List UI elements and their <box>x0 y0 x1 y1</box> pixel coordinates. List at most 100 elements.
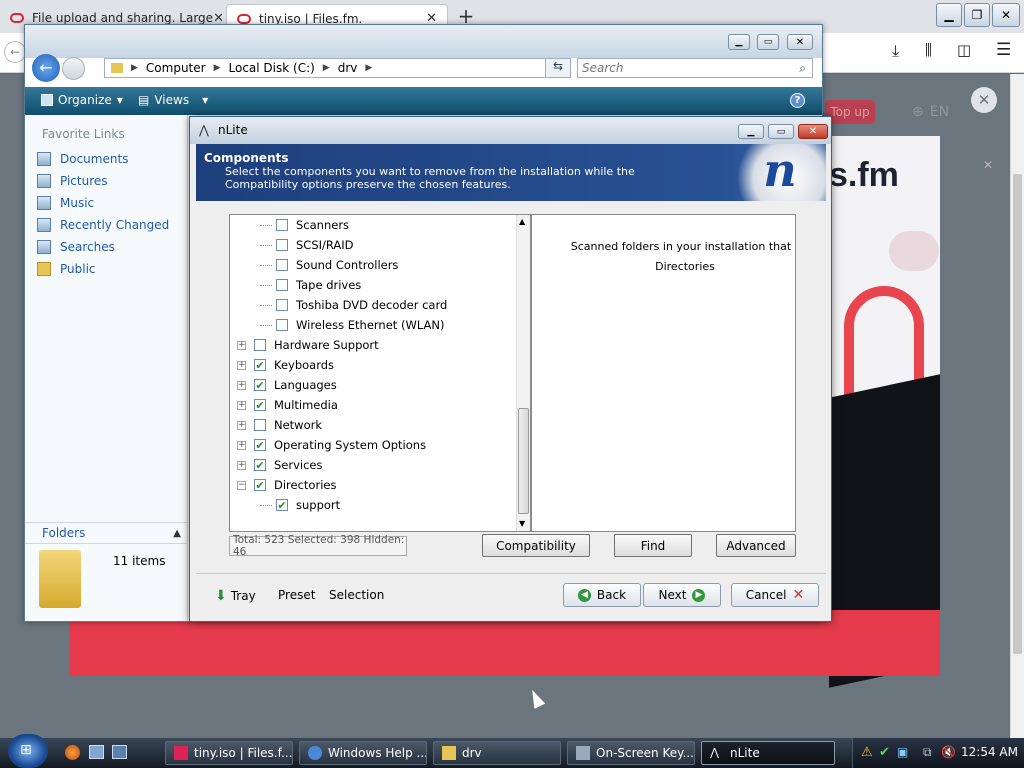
find-button[interactable]: Find <box>614 534 692 557</box>
cancel-button[interactable]: Cancel ✕ <box>731 583 819 607</box>
page-scrollbar[interactable] <box>1010 74 1024 738</box>
nav-link-public[interactable]: Public <box>25 258 187 280</box>
restore-icon[interactable]: ❐ <box>964 3 990 27</box>
browser-back-icon[interactable]: ← <box>4 41 26 63</box>
tree-checkbox[interactable]: ✔ <box>254 359 266 371</box>
nlite-close-icon[interactable]: ✕ <box>798 124 828 139</box>
breadcrumb-local-disk[interactable]: Local Disk (C:) <box>229 61 315 75</box>
tray-app-icon[interactable]: ▣ <box>897 745 908 759</box>
search-box[interactable]: ⌕ <box>577 58 813 78</box>
close-window-icon[interactable]: ✕ <box>992 3 1020 27</box>
nav-link-pictures[interactable]: Pictures <box>25 170 187 192</box>
organize-button[interactable]: Organize ▼ <box>41 93 123 107</box>
task-drv[interactable]: drv <box>433 741 561 765</box>
tree-scrollbar[interactable]: ▲ ▼ <box>516 215 530 531</box>
tray-icon[interactable]: ✔ <box>879 745 890 760</box>
top-up-button[interactable]: Top up <box>825 100 875 124</box>
views-button[interactable]: ▤ Views ▼ <box>138 93 208 107</box>
tree-expander-icon[interactable]: + <box>237 340 246 350</box>
volume-muted-icon[interactable]: 🔇 <box>941 745 956 759</box>
tree-item[interactable]: + ✔ Multimedia <box>237 395 338 415</box>
tree-expander-icon[interactable]: + <box>237 440 246 450</box>
nav-link-searches[interactable]: Searches <box>25 236 187 258</box>
nav-link-recently-changed[interactable]: Recently Changed <box>25 214 187 236</box>
tree-item[interactable]: + ✔ Languages <box>237 375 337 395</box>
tree-checkbox[interactable] <box>276 299 288 311</box>
breadcrumb-drv[interactable]: drv <box>338 61 358 75</box>
sidebar-icon[interactable]: ◫ <box>957 41 971 59</box>
language-selector[interactable]: ⊕ EN <box>912 104 949 120</box>
help-icon[interactable]: ? <box>790 93 805 108</box>
tree-expander-icon[interactable]: + <box>237 400 246 410</box>
downloads-icon[interactable]: ⤓ <box>892 41 899 61</box>
forward-arrow-icon[interactable] <box>62 57 85 80</box>
tree-item[interactable]: Scanners <box>260 215 349 235</box>
address-bar[interactable]: ▶ Computer ▶ Local Disk (C:) ▶ drv ▶ ▼ <box>104 58 570 78</box>
tree-item[interactable]: + Hardware Support <box>237 335 379 355</box>
tree-item[interactable]: Tape drives <box>260 275 361 295</box>
explorer-close-icon[interactable]: ✕ <box>787 34 813 50</box>
tree-item[interactable]: Sound Controllers <box>260 255 398 275</box>
scrollbar-thumb[interactable] <box>1013 174 1022 654</box>
tree-item[interactable]: Wireless Ethernet (WLAN) <box>260 315 444 335</box>
tree-checkbox[interactable] <box>276 239 288 251</box>
tree-checkbox[interactable] <box>276 259 288 271</box>
nav-link-documents[interactable]: Documents <box>25 148 187 170</box>
selection-button[interactable]: Selection <box>329 588 384 602</box>
search-input[interactable] <box>582 61 782 75</box>
close-modal-icon[interactable]: ✕ <box>971 87 997 113</box>
tree-expander-icon[interactable]: − <box>237 480 246 490</box>
tree-checkbox[interactable] <box>254 419 266 431</box>
task-nlite[interactable]: ⋀ nLite <box>701 741 835 765</box>
back-button[interactable]: ◀ Back <box>563 583 641 607</box>
tree-checkbox[interactable] <box>276 279 288 291</box>
show-desktop-icon[interactable] <box>89 745 104 759</box>
tree-checkbox[interactable]: ✔ <box>254 399 266 411</box>
tree-item[interactable]: Toshiba DVD decoder card <box>260 295 447 315</box>
breadcrumb-computer[interactable]: Computer <box>146 61 206 75</box>
scroll-up-icon[interactable]: ▲ <box>519 217 525 226</box>
compatibility-button[interactable]: Compatibility <box>482 534 590 557</box>
switch-windows-icon[interactable] <box>112 745 127 759</box>
tree-expander-icon[interactable]: + <box>237 380 246 390</box>
tray-button[interactable]: ⬇ Tray <box>215 588 256 604</box>
tree-scrollbar-thumb[interactable] <box>518 408 529 514</box>
search-icon[interactable]: ⌕ <box>799 61 806 76</box>
warning-icon[interactable]: ⚠ <box>861 745 873 760</box>
menu-icon[interactable]: ☰ <box>996 40 1011 60</box>
nlite-minimize-icon[interactable]: ▁ <box>738 124 764 139</box>
tree-expander-icon[interactable]: + <box>237 360 246 370</box>
explorer-maximize-icon[interactable]: ▭ <box>757 34 779 50</box>
tree-checkbox[interactable]: ✔ <box>254 459 266 471</box>
scroll-down-icon[interactable]: ▼ <box>519 519 525 528</box>
tree-item[interactable]: − ✔ Directories <box>237 475 336 495</box>
folders-toggle[interactable]: Folders ▲ <box>25 522 187 544</box>
nav-link-music[interactable]: Music <box>25 192 187 214</box>
tree-item[interactable]: SCSI/RAID <box>260 235 354 255</box>
network-icon[interactable]: ⧉ <box>923 745 932 760</box>
tree-expander-icon[interactable]: + <box>237 460 246 470</box>
card-close-icon[interactable]: ✕ <box>983 158 993 172</box>
nlite-maximize-icon[interactable]: ▭ <box>768 124 794 139</box>
tree-checkbox[interactable]: ✔ <box>276 499 288 511</box>
tree-checkbox[interactable] <box>276 319 288 331</box>
task-windows-help[interactable]: Windows Help ... <box>299 741 427 765</box>
advanced-button[interactable]: Advanced <box>716 534 796 557</box>
firefox-quicklaunch-icon[interactable] <box>65 745 80 760</box>
refresh-icon[interactable]: ⇆ <box>545 58 571 78</box>
tree-checkbox[interactable]: ✔ <box>254 439 266 451</box>
task-on-screen-keyboard[interactable]: On-Screen Key... <box>567 741 695 765</box>
task-firefox[interactable]: tiny.iso | Files.f... <box>165 741 293 765</box>
library-icon[interactable]: ⫼ <box>925 41 932 59</box>
tree-expander-icon[interactable]: + <box>237 420 246 430</box>
tree-item[interactable]: ✔ support <box>260 495 340 515</box>
start-button[interactable]: ⊞ <box>8 734 48 768</box>
preset-button[interactable]: Preset <box>278 588 315 602</box>
tree-checkbox[interactable] <box>276 219 288 231</box>
next-button[interactable]: Next ▶ <box>643 583 721 607</box>
tree-checkbox[interactable] <box>254 339 266 351</box>
tree-item[interactable]: + Network <box>237 415 322 435</box>
tree-checkbox[interactable]: ✔ <box>254 379 266 391</box>
tree-item[interactable]: + ✔ Services <box>237 455 323 475</box>
tree-item[interactable]: + ✔ Operating System Options <box>237 435 426 455</box>
